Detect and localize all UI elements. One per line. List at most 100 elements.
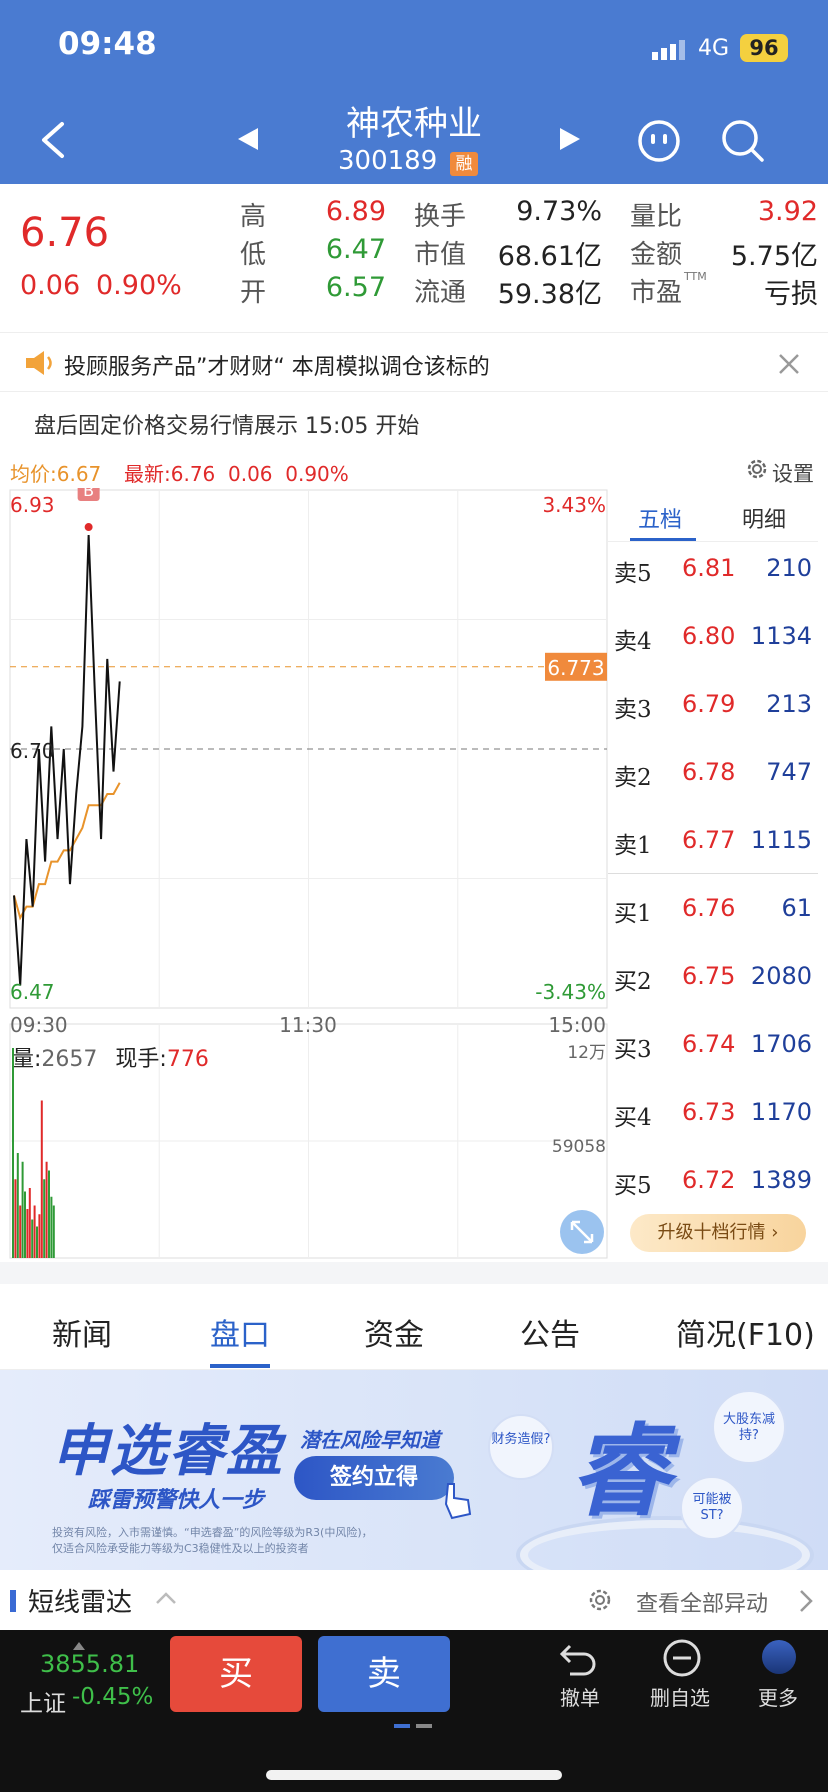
buy-level-volume: 1170 <box>750 1098 812 1126</box>
volume-header: 量:2657 现手:776 <box>12 1047 209 1072</box>
book-divider <box>608 873 818 874</box>
stat-label: 流通 <box>414 278 467 308</box>
volume-bar <box>38 1214 41 1258</box>
buy-level-label: 买4 <box>614 1105 652 1131</box>
battery-badge: 96 <box>740 34 788 62</box>
info-tab[interactable]: 盘口 <box>210 1310 270 1354</box>
remove-watchlist-button[interactable]: 删自选 <box>650 1682 710 1711</box>
volume-bar <box>19 1205 22 1258</box>
buy-button[interactable]: 买 <box>170 1636 302 1712</box>
next-stock-button[interactable] <box>558 126 582 152</box>
radar-marker <box>10 1590 16 1612</box>
volume-bar <box>43 1179 46 1258</box>
sell-level-price: 6.81 <box>682 554 736 582</box>
buy-level-price: 6.74 <box>682 1030 736 1058</box>
buy-level-label: 买1 <box>614 901 652 927</box>
intraday-chart[interactable]: 6.773 B 6.93 3.43% 6.47 -3.43% 6.70 09:30 11:30 1… <box>0 488 610 1262</box>
sell-level-label: 卖5 <box>614 561 652 587</box>
order-book: 五档 明细 卖5 6.81 210 卖4 6.80 1134 卖3 6.79 213 卖2 6.78… <box>608 488 818 1262</box>
sell-level-volume: 1134 <box>750 622 812 650</box>
hand-pointer-icon <box>440 1480 476 1520</box>
buy-level-volume: 1389 <box>750 1166 812 1194</box>
buy-level-price: 6.75 <box>682 962 736 990</box>
volume-bar <box>24 1191 26 1258</box>
stat-label: 换手 <box>414 202 467 232</box>
section-separator <box>0 1262 828 1284</box>
search-icon[interactable] <box>720 118 766 164</box>
view-all-changes-link[interactable]: 查看全部异动 <box>636 1586 768 1618</box>
radar-title: 短线雷达 <box>28 1588 133 1618</box>
stat-value: 5.75亿 <box>730 241 818 272</box>
caret-up-icon <box>72 1636 86 1650</box>
stat-label: 低 <box>240 240 267 270</box>
notice-bar[interactable]: 投顾服务产品”才财财“ 本周模拟调仓该标的 <box>0 332 828 392</box>
sell-level-price: 6.80 <box>682 622 736 650</box>
pct-low-label: -3.43% <box>535 980 606 1004</box>
volume-bar <box>26 1209 29 1258</box>
page-dot <box>416 1724 432 1728</box>
order-book-tabs: 五档 明细 <box>608 488 818 542</box>
quote-panel: 6.76 0.06 0.90% 高 6.89 换手 9.73% 量比 3.92 低 6.47 市… <box>0 184 828 332</box>
settings-button[interactable]: 设置 <box>772 458 814 488</box>
index-name: 上证 <box>20 1691 66 1717</box>
current-price-tag-text: 6.773 <box>547 656 604 680</box>
gear-icon[interactable] <box>744 456 770 482</box>
banner-cta-button[interactable]: 签约立得 <box>294 1456 454 1500</box>
page-dot-active <box>394 1724 410 1728</box>
volume-bar <box>33 1205 36 1258</box>
cancel-order-button[interactable]: 撤单 <box>560 1682 600 1711</box>
sell-level-label: 卖3 <box>614 697 652 723</box>
gear-icon[interactable] <box>586 1586 614 1614</box>
tab-five-levels[interactable]: 五档 <box>638 502 682 534</box>
ad-banner[interactable]: 申选睿盈 踩雷预警快人一步 潜在风险早知道 签约立得 投资有风险，入市需谨慎。“… <box>0 1370 828 1570</box>
volume-max-label: 12万 <box>567 1043 606 1063</box>
status-time: 09:48 <box>58 26 157 62</box>
stat-value: 3.92 <box>757 196 818 227</box>
more-button[interactable]: 更多 <box>758 1682 798 1711</box>
stat-value: 9.73% <box>516 196 602 227</box>
info-tab[interactable]: 公告 <box>520 1310 580 1354</box>
robot-assistant-icon[interactable] <box>636 118 682 164</box>
chart-legend: 均价:6.67 最新:6.76 0.06 0.90% 设置 <box>0 452 828 488</box>
margin-badge: 融 <box>450 152 478 176</box>
volume-bar <box>21 1161 24 1258</box>
sell-button[interactable]: 卖 <box>318 1636 450 1712</box>
prev-stock-button[interactable] <box>236 126 260 152</box>
stat-label: 高 <box>240 202 267 232</box>
info-tab[interactable]: 简况(F10) <box>676 1310 815 1354</box>
tab-details[interactable]: 明细 <box>742 502 786 534</box>
banner-slogan: 踩雷预警快人一步 <box>88 1488 265 1513</box>
index-pct: -0.45% <box>72 1684 154 1710</box>
stock-name: 神农种业 <box>346 104 482 144</box>
volume-bar <box>45 1161 48 1258</box>
volume-bar <box>50 1196 53 1258</box>
stat-value: 6.47 <box>325 234 386 265</box>
pre-close-label: 6.70 <box>10 739 55 763</box>
close-icon[interactable] <box>776 351 802 377</box>
upgrade-ten-levels-button[interactable]: 升级十档行情 › <box>630 1214 806 1252</box>
buy-level-price: 6.73 <box>682 1098 736 1126</box>
minus-circle-icon <box>660 1638 704 1678</box>
y-low-label: 6.47 <box>10 980 55 1004</box>
banner-big-char: 睿 <box>570 1413 670 1530</box>
sell-level-volume: 210 <box>766 554 812 582</box>
y-high-label: 6.93 <box>10 493 55 517</box>
time-label-end: 15:00 <box>548 1013 606 1037</box>
sell-level-price: 6.79 <box>682 690 736 718</box>
stat-label: 金额 <box>630 240 683 270</box>
info-tab[interactable]: 新闻 <box>52 1310 112 1354</box>
b-marker-label: B <box>83 488 94 500</box>
chevron-right-icon[interactable] <box>798 1588 814 1614</box>
after-trade-text: 盘后固定价格交易行情展示 15:05 开始 <box>34 414 420 439</box>
notice-text: 投顾服务产品”才财财“ 本周模拟调仓该标的 <box>64 355 490 380</box>
back-button[interactable] <box>34 118 74 162</box>
buy-level-price: 6.76 <box>682 894 736 922</box>
volume-bar <box>16 1153 19 1258</box>
latest-price-label: 最新:6.76 0.06 0.90% <box>124 462 349 486</box>
chevron-up-icon[interactable] <box>154 1590 178 1606</box>
chart-area: 6.773 B 6.93 3.43% 6.47 -3.43% 6.70 09:30 11:30 1… <box>0 488 828 1262</box>
short-term-radar[interactable]: 短线雷达 查看全部异动 <box>0 1570 828 1630</box>
banner-disclaimer-1: 投资有风险，入市需谨慎。“申选睿盈”的风险等级为R3(中风险)， <box>52 1526 373 1539</box>
info-tab[interactable]: 资金 <box>364 1310 424 1354</box>
app-header: 09:48 4G 96 神农种业 300189 融 <box>0 0 828 184</box>
